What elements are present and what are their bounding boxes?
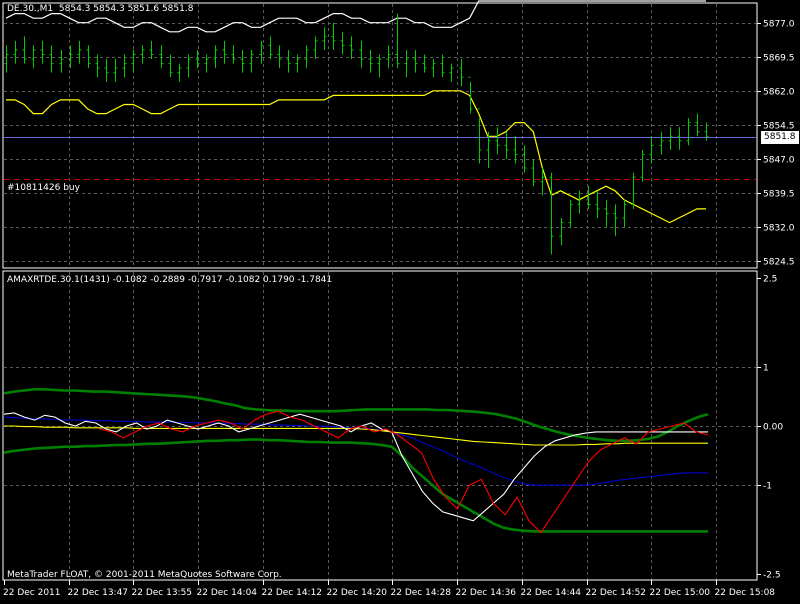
x-tick-label: 22 Dec 14:12 bbox=[262, 588, 323, 598]
order-label[interactable]: #10811426 buy bbox=[7, 183, 80, 193]
y-tick-label: 5862.0 bbox=[763, 88, 795, 98]
y-tick-label: -1 bbox=[763, 482, 772, 492]
chart-background bbox=[0, 0, 800, 600]
y-tick-label: 5839.5 bbox=[763, 190, 795, 200]
y-tick-label: 5847.0 bbox=[763, 156, 795, 166]
x-tick-label: 22 Dec 14:52 bbox=[586, 588, 647, 598]
y-tick-label: 5869.5 bbox=[763, 54, 795, 64]
x-tick-label: 22 Dec 14:36 bbox=[456, 588, 517, 598]
x-tick-label: 22 Dec 15:08 bbox=[715, 588, 776, 598]
x-tick-label: 22 Dec 13:47 bbox=[68, 588, 129, 598]
y-tick-label: 5877.0 bbox=[763, 20, 795, 30]
current-price-badge: 5851.8 bbox=[761, 130, 799, 144]
y-tick-label: -2.5 bbox=[763, 571, 781, 581]
x-tick-label: 22 Dec 14:28 bbox=[391, 588, 452, 598]
y-tick-label: 0.00 bbox=[763, 423, 783, 433]
copyright-text: MetaTrader FLOAT, © 2001-2011 MetaQuotes… bbox=[7, 570, 282, 580]
chart-window[interactable]: 22 Dec 2011 22 Dec 13:47 22 Dec 13:55 22 De… bbox=[0, 0, 800, 600]
y-tick-label: 5824.5 bbox=[763, 258, 795, 268]
chart-canvas[interactable]: 22 Dec 2011 22 Dec 13:47 22 Dec 13:55 22 De… bbox=[0, 0, 800, 600]
x-tick-label: 22 Dec 14:20 bbox=[327, 588, 388, 598]
x-tick-label: 22 Dec 14:44 bbox=[521, 588, 582, 598]
symbol-label: DE.30.,M1 bbox=[7, 4, 54, 14]
x-tick-label: 22 Dec 2011 bbox=[3, 588, 61, 598]
x-tick-label: 22 Dec 14:04 bbox=[197, 588, 258, 598]
indicator-header: AMAXRTDE.30.1(1431) -0.1082 -0.2889 -0.7… bbox=[7, 275, 333, 285]
x-tick-label: 22 Dec 15:00 bbox=[650, 588, 711, 598]
y-tick-label: 2.5 bbox=[763, 275, 777, 285]
symbol-header-row: DE.30.,M1 5854.3 5854.3 5851.6 5851.8 bbox=[7, 4, 193, 14]
ohlc-values: 5854.3 5854.3 5851.6 5851.8 bbox=[58, 4, 194, 14]
x-tick-label: 22 Dec 13:55 bbox=[132, 588, 193, 598]
y-tick-label: 5832.0 bbox=[763, 224, 795, 234]
y-tick-label: 1 bbox=[763, 364, 769, 374]
